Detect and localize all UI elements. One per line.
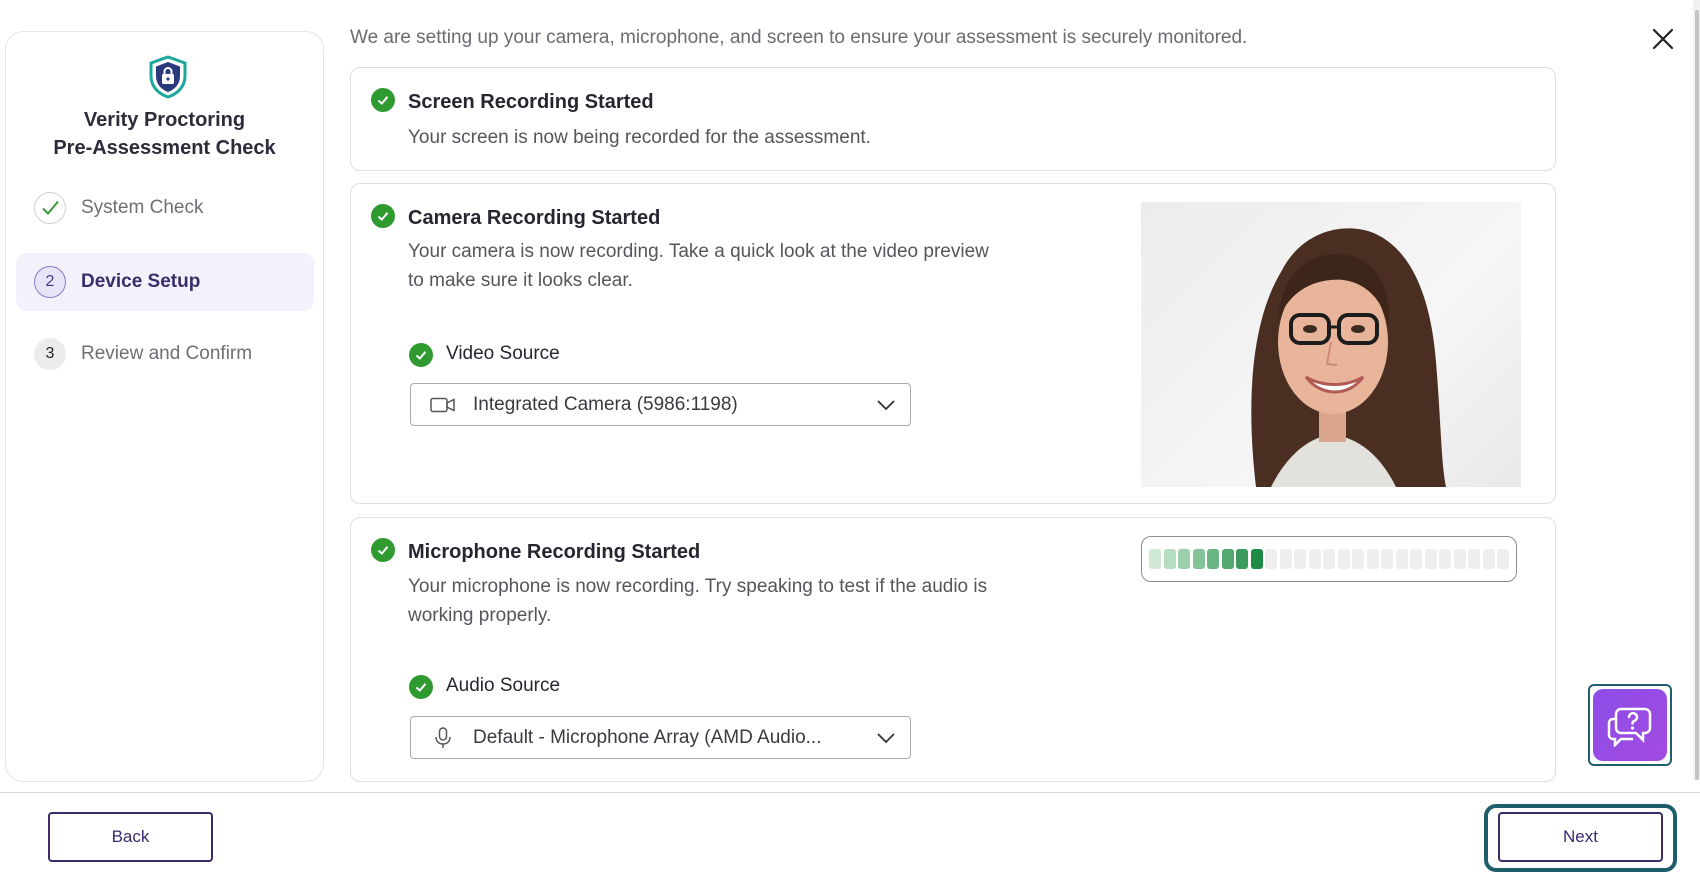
screen-recording-description: Your screen is now being recorded for th… bbox=[408, 127, 871, 148]
video-source-select[interactable]: Integrated Camera (5986:1198) bbox=[410, 383, 911, 426]
shield-lock-icon bbox=[149, 55, 187, 99]
level-segment-inactive bbox=[1366, 549, 1379, 569]
description-line: Your microphone is now recording. Try sp… bbox=[408, 576, 988, 597]
step-review-confirm[interactable]: 3 Review and Confirm bbox=[16, 325, 314, 383]
level-segment-active bbox=[1163, 549, 1176, 569]
video-source-value: Integrated Camera (5986:1198) bbox=[473, 393, 738, 415]
step-label: Review and Confirm bbox=[81, 343, 253, 364]
help-chat-button[interactable] bbox=[1588, 684, 1672, 766]
step-label: Device Setup bbox=[81, 271, 201, 292]
app-title-line1: Verity Proctoring bbox=[83, 109, 246, 131]
level-segment-inactive bbox=[1468, 549, 1480, 569]
level-segment-active bbox=[1250, 549, 1263, 569]
next-button[interactable]: Next bbox=[1498, 812, 1663, 862]
video-source-label: Video Source bbox=[446, 343, 560, 364]
level-segment-inactive bbox=[1294, 549, 1306, 569]
level-segment-inactive bbox=[1439, 549, 1451, 569]
app-title: Verity Proctoring Pre-Assessment Check bbox=[6, 106, 323, 162]
description-line: to make sure it looks clear. bbox=[408, 270, 633, 291]
audio-source-value: Default - Microphone Array (AMD Audio... bbox=[473, 726, 822, 748]
close-icon[interactable] bbox=[1650, 26, 1676, 52]
level-segment-inactive bbox=[1279, 549, 1292, 569]
intro-text: We are setting up your camera, microphon… bbox=[350, 27, 1248, 48]
level-segment-inactive bbox=[1482, 549, 1495, 569]
success-check-icon bbox=[371, 88, 395, 112]
camera-recording-title: Camera Recording Started bbox=[408, 207, 661, 229]
video-camera-icon bbox=[429, 395, 457, 415]
level-segment-inactive bbox=[1395, 549, 1408, 569]
level-segment-inactive bbox=[1323, 549, 1335, 569]
success-check-icon bbox=[371, 204, 395, 228]
proctoring-setup-page: Verity Proctoring Pre-Assessment Check S… bbox=[0, 0, 1700, 878]
level-segment-active bbox=[1178, 549, 1190, 569]
back-button[interactable]: Back bbox=[48, 812, 213, 862]
microphone-recording-card: Microphone Recording Started Your microp… bbox=[350, 517, 1556, 782]
chevron-down-icon bbox=[877, 732, 895, 743]
level-segment-inactive bbox=[1265, 549, 1277, 569]
step-label: System Check bbox=[81, 197, 204, 218]
level-segment-inactive bbox=[1352, 549, 1364, 569]
audio-level-meter bbox=[1141, 536, 1517, 582]
scrollbar-thumb[interactable] bbox=[1695, 10, 1699, 780]
microphone-icon bbox=[429, 726, 457, 748]
level-segment-inactive bbox=[1453, 549, 1466, 569]
level-segment-inactive bbox=[1497, 549, 1509, 569]
step-device-setup[interactable]: 2 Device Setup bbox=[16, 253, 314, 311]
microphone-recording-title: Microphone Recording Started bbox=[408, 541, 701, 563]
help-chat-icon bbox=[1607, 707, 1652, 747]
level-segment-inactive bbox=[1381, 549, 1393, 569]
level-segment-active bbox=[1207, 549, 1219, 569]
audio-source-label: Audio Source bbox=[446, 675, 561, 696]
audio-source-select[interactable]: Default - Microphone Array (AMD Audio... bbox=[410, 716, 911, 759]
camera-recording-card: Camera Recording Started Your camera is … bbox=[350, 183, 1556, 504]
step-system-check[interactable]: System Check bbox=[16, 179, 314, 237]
step-number: 2 bbox=[34, 266, 66, 298]
level-segment-inactive bbox=[1424, 549, 1437, 569]
camera-recording-description: Your camera is now recording. Take a qui… bbox=[408, 237, 989, 295]
success-check-icon bbox=[409, 343, 433, 367]
check-icon bbox=[34, 192, 66, 224]
level-segment-inactive bbox=[1308, 549, 1321, 569]
person-preview-image bbox=[1251, 228, 1446, 487]
level-segment-inactive bbox=[1337, 549, 1350, 569]
level-segment-inactive bbox=[1410, 549, 1422, 569]
footer-divider bbox=[0, 792, 1700, 793]
level-segment-active bbox=[1236, 549, 1248, 569]
success-check-icon bbox=[371, 538, 395, 562]
level-segment-active bbox=[1221, 549, 1234, 569]
level-segment-active bbox=[1149, 549, 1161, 569]
success-check-icon bbox=[409, 675, 433, 699]
camera-preview bbox=[1141, 202, 1521, 487]
microphone-recording-description: Your microphone is now recording. Try sp… bbox=[408, 572, 987, 630]
screen-recording-title: Screen Recording Started bbox=[408, 91, 654, 113]
chevron-down-icon bbox=[877, 399, 895, 410]
screen-recording-card: Screen Recording Started Your screen is … bbox=[350, 67, 1556, 171]
sidebar: Verity Proctoring Pre-Assessment Check S… bbox=[5, 31, 324, 782]
description-line: working properly. bbox=[408, 605, 552, 626]
step-number: 3 bbox=[34, 338, 66, 370]
description-line: Your camera is now recording. Take a qui… bbox=[408, 241, 989, 262]
app-title-line2: Pre-Assessment Check bbox=[53, 137, 276, 159]
level-segment-active bbox=[1192, 549, 1205, 569]
